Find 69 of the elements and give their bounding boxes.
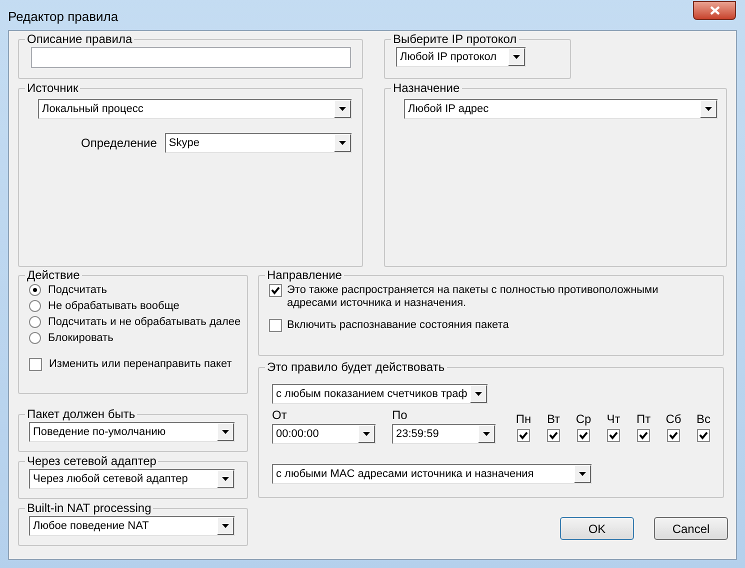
day-label: Вс	[696, 412, 710, 426]
dropdown[interactable]: Skype	[164, 133, 352, 153]
dropdown[interactable]: Поведение по-умолчанию	[29, 422, 235, 442]
radio-button[interactable]	[29, 332, 41, 344]
group-title: Назначение	[392, 81, 461, 95]
dropdown[interactable]: 00:00:00	[272, 424, 376, 444]
checkbox[interactable]	[29, 358, 42, 371]
checkbox[interactable]	[517, 429, 530, 442]
group-title: Пакет должен быть	[26, 407, 136, 421]
caret-icon	[363, 432, 370, 436]
option-label: Блокировать	[48, 330, 114, 346]
dropdown[interactable]: Любой IP адрес	[404, 99, 718, 119]
close-icon	[710, 6, 720, 15]
dropdown[interactable]: Любое поведение NAT	[29, 516, 235, 536]
caret-icon	[222, 524, 229, 528]
day-label: Пн	[516, 412, 532, 426]
option-label: Подсчитать и не обрабатывать далее	[48, 314, 241, 330]
day-label: Пт	[636, 412, 651, 426]
caret-icon	[705, 107, 712, 111]
group-title: Описание правила	[26, 32, 134, 46]
checkbox[interactable]	[667, 429, 680, 442]
option-label: Изменить или перенаправить пакет	[49, 357, 232, 372]
day-label: Чт	[606, 412, 620, 426]
group-title: Через сетевой адаптер	[26, 454, 158, 468]
radio-button[interactable]	[29, 300, 41, 312]
checkbox[interactable]	[577, 429, 590, 442]
checkbox[interactable]	[637, 429, 650, 442]
text-field[interactable]	[31, 47, 351, 68]
dropdown[interactable]: с любым показанием счетчиков траф	[272, 384, 488, 404]
caret-icon	[339, 141, 346, 145]
option-label: Включить распознавание состояния пакета	[287, 319, 510, 332]
caret-icon	[475, 392, 482, 396]
field-label: По	[392, 407, 408, 424]
field-label: Определение	[81, 135, 157, 152]
window-title: Редактор правила	[8, 8, 118, 26]
option-label: Не обрабатывать вообще	[48, 298, 180, 314]
radio-button[interactable]	[29, 316, 41, 328]
checkbox[interactable]	[269, 284, 282, 297]
group-title: Направление	[266, 268, 343, 282]
dropdown[interactable]: Через любой сетевой адаптер	[29, 469, 235, 489]
caret-icon	[222, 477, 229, 481]
dialog-button[interactable]: OK	[560, 517, 634, 540]
caret-icon	[339, 107, 346, 111]
checkbox[interactable]	[697, 429, 710, 442]
field-label: От	[272, 407, 288, 424]
dropdown[interactable]: Любой IP протокол	[396, 47, 526, 67]
dialog-button[interactable]: Cancel	[654, 517, 728, 540]
dropdown[interactable]: Локальный процесс	[38, 99, 352, 119]
checkbox[interactable]	[269, 319, 282, 332]
group-title: Действие	[26, 268, 81, 282]
dropdown[interactable]: с любыми MAC адресами источника и назначения	[272, 464, 592, 484]
caret-icon	[483, 432, 490, 436]
group-title: Это правило будет действовать	[266, 360, 446, 374]
caret-icon	[513, 55, 520, 59]
day-label: Сб	[666, 412, 682, 426]
option-label: Подсчитать	[48, 282, 108, 298]
caret-icon	[579, 472, 586, 476]
caret-icon	[222, 430, 229, 434]
group-title: Источник	[26, 81, 80, 95]
group-title: Выберите IP протокол	[392, 32, 518, 46]
option-label: Это также распространяется на пакеты с полностью противоположными адресами источника и назначения.	[287, 284, 660, 310]
day-label: Вт	[546, 412, 560, 426]
radio-button[interactable]	[29, 284, 41, 296]
day-label: Ср	[576, 412, 592, 426]
dropdown[interactable]: 23:59:59	[392, 424, 496, 444]
group-title: Built-in NAT processing	[26, 501, 152, 515]
checkbox[interactable]	[607, 429, 620, 442]
checkbox[interactable]	[547, 429, 560, 442]
close-button[interactable]	[693, 1, 736, 20]
